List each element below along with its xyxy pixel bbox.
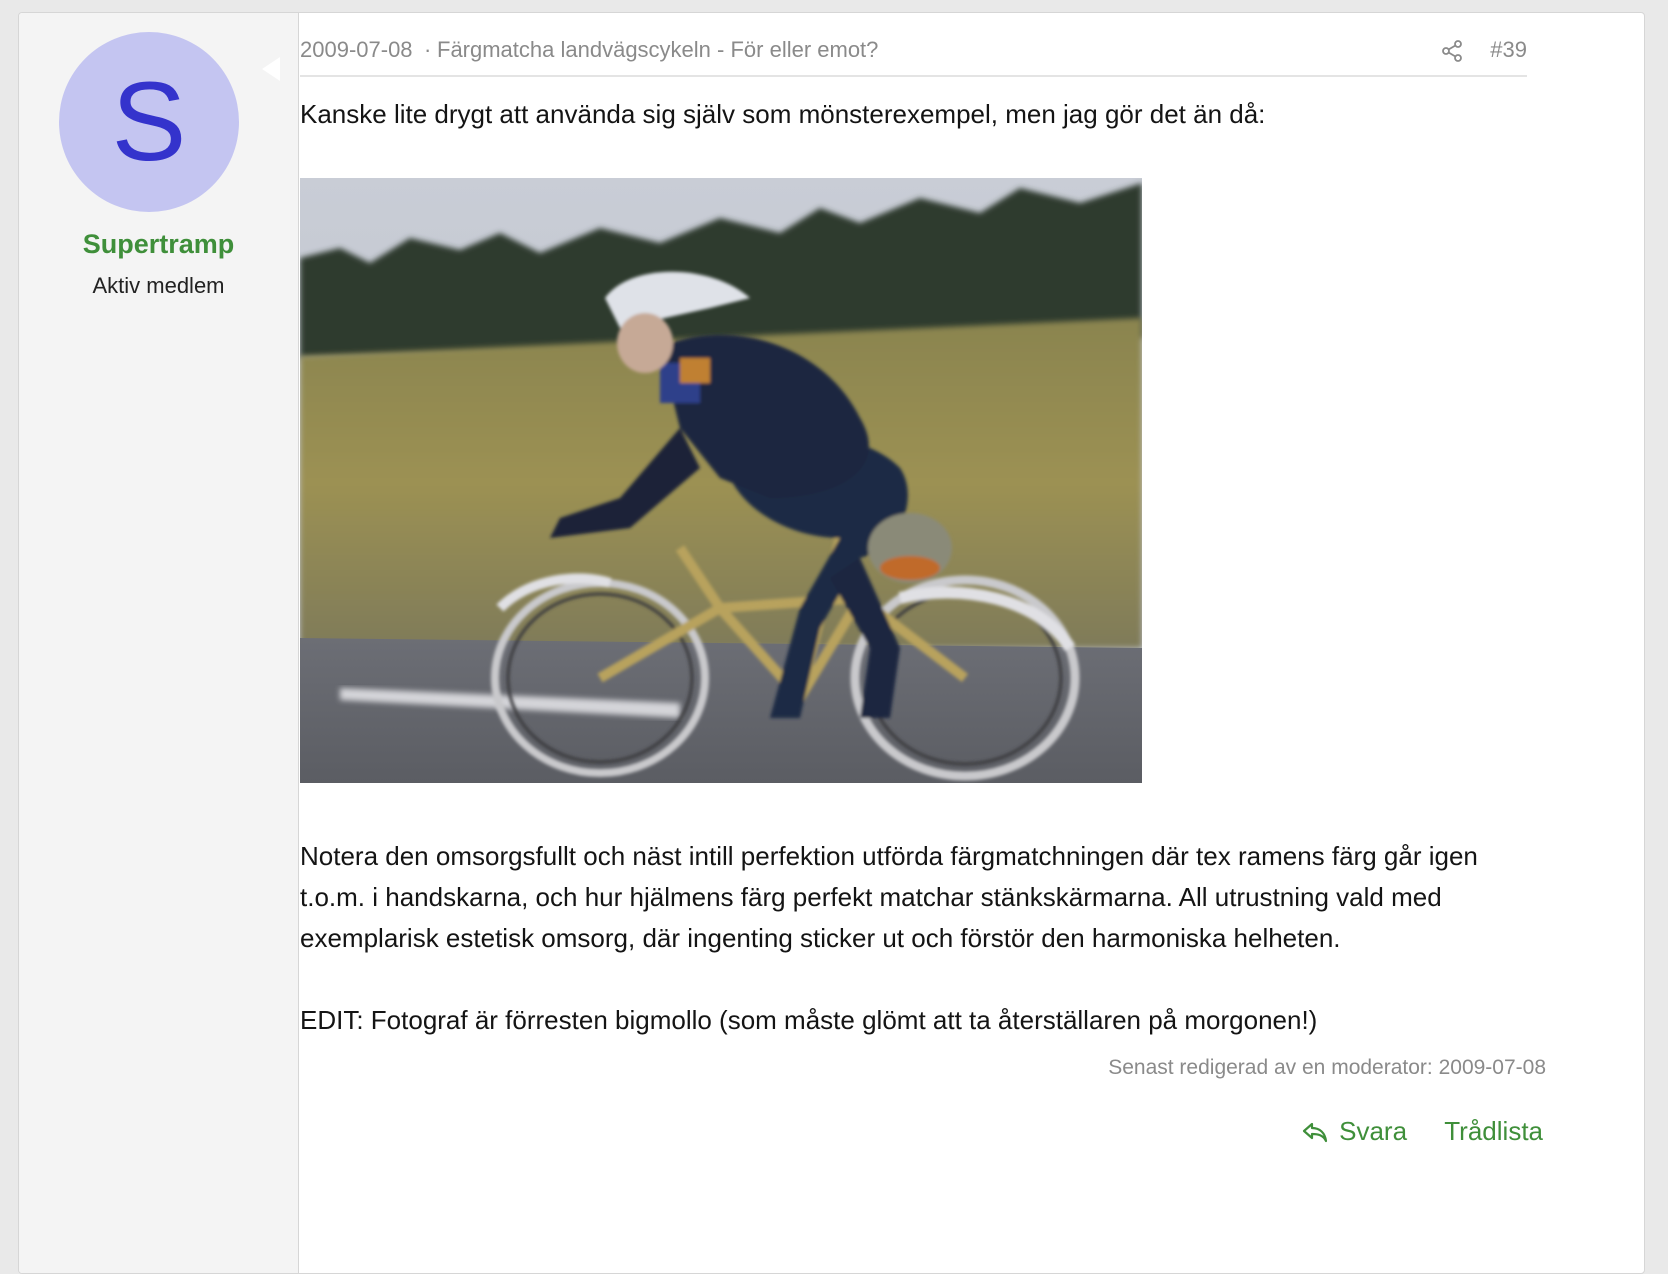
avatar[interactable]: S bbox=[59, 32, 239, 212]
user-sidebar: S Supertramp Aktiv medlem bbox=[19, 13, 299, 1273]
post-number-link[interactable]: #39 bbox=[1490, 37, 1527, 63]
post-header: 2009-07-08 · Färgmatcha landvägscykeln -… bbox=[300, 33, 1527, 77]
thread-title-link[interactable]: Färgmatcha landvägscykeln - För eller em… bbox=[437, 37, 878, 63]
header-separator: · bbox=[424, 37, 432, 62]
forum-post: S Supertramp Aktiv medlem 2009-07-08 · F… bbox=[18, 12, 1645, 1274]
last-edited-note: Senast redigerad av en moderator: 2009-0… bbox=[1108, 1056, 1546, 1079]
cyclist-photo[interactable] bbox=[300, 178, 1142, 783]
post-intro-text: Kanske lite drygt att använda sig själv … bbox=[300, 99, 1266, 129]
reply-arrow-icon bbox=[1302, 1116, 1339, 1146]
reply-button[interactable]: Svara bbox=[1302, 1116, 1407, 1147]
post-actions: Svara Trådlista bbox=[1302, 1116, 1543, 1147]
post-edit-note: EDIT: Fotograf är förresten bigmollo (so… bbox=[300, 1005, 1318, 1035]
post-content: 2009-07-08 · Färgmatcha landvägscykeln -… bbox=[300, 13, 1546, 1273]
share-icon[interactable] bbox=[1440, 39, 1464, 63]
user-title: Aktiv medlem bbox=[92, 273, 225, 298]
post-body-text: Notera den omsorgsfullt och näst intill … bbox=[300, 841, 1478, 953]
reply-label: Svara bbox=[1339, 1116, 1408, 1146]
username-link[interactable]: Supertramp bbox=[19, 229, 298, 260]
post-arrow bbox=[262, 57, 280, 81]
post-date[interactable]: 2009-07-08 bbox=[300, 37, 413, 63]
thread-list-button[interactable]: Trådlista bbox=[1444, 1116, 1543, 1147]
